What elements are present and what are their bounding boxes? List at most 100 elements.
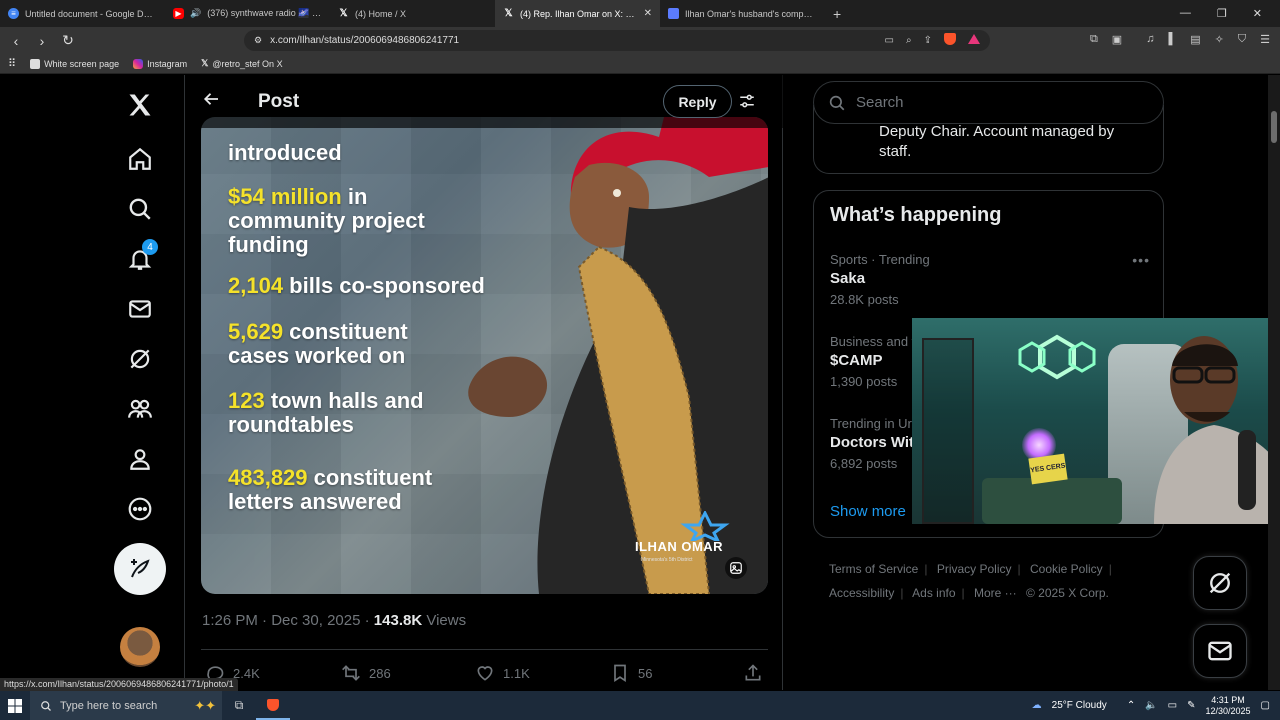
wallet-icon[interactable]: ▤	[1190, 33, 1200, 46]
task-view-icon[interactable]: ⧉	[222, 698, 256, 713]
grok-icon[interactable]	[118, 337, 162, 381]
couch	[982, 478, 1122, 524]
volume-icon[interactable]: 🔈	[1145, 700, 1157, 711]
post-time[interactable]: 1:26 PM	[202, 612, 258, 629]
sidebar-icon[interactable]: ▌	[1168, 33, 1176, 46]
repost-action[interactable]: 286	[341, 663, 391, 683]
address-bar[interactable]: ⚙ x.com/Ilhan/status/2006069486806241771…	[244, 30, 990, 51]
cast-icon[interactable]: ▭	[885, 35, 894, 46]
reload-icon[interactable]: ↻	[58, 32, 78, 49]
logo-name: ILHAN OMAR	[635, 539, 724, 554]
speaker-icon[interactable]: 🔊	[190, 8, 201, 19]
clock[interactable]: 4:31 PM 12/30/2025	[1206, 695, 1251, 717]
tab-google-docs[interactable]: ≡ Untitled document - Google Docs	[0, 0, 165, 27]
post-date[interactable]: Dec 30, 2025	[271, 612, 360, 629]
tab-news[interactable]: Ilhan Omar's husband's companies s	[660, 0, 825, 27]
page-icon	[30, 58, 41, 69]
reply-button[interactable]: Reply	[663, 85, 732, 118]
weather-icon[interactable]: ☁	[1032, 700, 1042, 711]
bookmark-action[interactable]: 56	[610, 663, 652, 683]
tab-x-home[interactable]: 𝕏 (4) Home / X	[330, 0, 495, 27]
more-icon[interactable]	[118, 487, 162, 531]
brave-taskbar-icon[interactable]	[256, 691, 290, 720]
search-placeholder: Type here to search	[60, 699, 158, 712]
bookmark-label: @retro_stef On X	[212, 58, 283, 69]
post-metadata: 1:26 PM · Dec 30, 2025 · 143.8K Views	[202, 612, 466, 629]
footer-link[interactable]: Ads info	[912, 586, 955, 600]
bookmark-white-screen[interactable]: White screen page	[30, 58, 119, 69]
brave-icon[interactable]	[944, 33, 956, 48]
shelf	[922, 338, 974, 524]
account-avatar[interactable]	[120, 627, 160, 667]
show-more-link[interactable]: Show more	[830, 503, 906, 520]
taskbar-search[interactable]: Type here to search ✦✦	[30, 691, 222, 720]
leo-icon[interactable]: ✧	[1215, 33, 1224, 46]
url-text[interactable]: x.com/Ilhan/status/2006069486806241771	[270, 35, 459, 46]
notification-center-icon[interactable]: ▢	[1261, 700, 1270, 711]
share-icon[interactable]: ⇪	[924, 35, 932, 46]
back-icon[interactable]: ‹	[6, 33, 26, 49]
pen-icon[interactable]: ✎	[1187, 700, 1195, 711]
back-arrow-icon[interactable]	[203, 90, 221, 114]
restore-icon[interactable]: ❐	[1217, 7, 1227, 20]
windows-start-icon[interactable]	[0, 698, 30, 713]
navigation-bar: ‹ › ↻ ☐ ⚙ x.com/Ilhan/status/20060694868…	[0, 27, 1280, 54]
copilot-sparkle-icon[interactable]: ✦✦	[194, 698, 216, 714]
tab-youtube[interactable]: ▶ 🔊 (376) synthwave radio 🌌 beats t	[165, 0, 330, 27]
grok-floating-button[interactable]	[1193, 556, 1247, 610]
profile-icon[interactable]	[118, 437, 162, 481]
scroll-thumb[interactable]	[1271, 111, 1277, 143]
share-action[interactable]	[743, 663, 763, 683]
close-window-icon[interactable]: ✕	[1253, 7, 1262, 20]
extensions-icon[interactable]: ⧉	[1090, 33, 1098, 46]
home-icon[interactable]	[118, 137, 162, 181]
menu-icon[interactable]: ☰	[1260, 33, 1270, 46]
post-image[interactable]: introduced $54 million in community proj…	[201, 117, 768, 594]
tab-x-post[interactable]: 𝕏 (4) Rep. Ilhan Omar on X: "I'm gr ✕	[495, 0, 660, 27]
minimize-icon[interactable]: —	[1180, 7, 1191, 20]
bookmark-retro-stef[interactable]: 𝕏 @retro_stef On X	[201, 58, 282, 69]
network-icon[interactable]: ▭	[1168, 700, 1177, 711]
search-icon	[41, 700, 51, 711]
footer-link[interactable]: More ···	[974, 586, 1017, 600]
close-tab-icon[interactable]: ✕	[644, 8, 652, 19]
stat-text: community project	[228, 208, 425, 233]
vpn-icon[interactable]: ⛉	[1238, 33, 1246, 46]
trend-item[interactable]: Sports · Trending Saka 28.8K posts •••	[830, 252, 1150, 307]
x-logo-icon[interactable]	[118, 83, 162, 127]
messages-icon[interactable]	[118, 287, 162, 331]
footer-link[interactable]: Terms of Service	[829, 562, 918, 576]
scrollbar[interactable]	[1268, 75, 1280, 690]
messages-floating-button[interactable]	[1193, 624, 1247, 678]
stat-text: roundtables	[228, 412, 354, 437]
compose-post-button[interactable]	[114, 543, 166, 595]
forward-icon[interactable]: ›	[32, 33, 52, 49]
apps-icon[interactable]: ⠿	[8, 57, 16, 70]
notifications-icon[interactable]: 4	[118, 237, 162, 281]
zoom-icon[interactable]: ⌕	[906, 35, 912, 46]
explore-icon[interactable]	[118, 187, 162, 231]
chevron-up-icon[interactable]: ⌃	[1127, 700, 1135, 711]
like-action[interactable]: 1.1K	[475, 663, 530, 683]
more-options-icon[interactable]: •••	[1132, 252, 1150, 268]
x-icon: 𝕏	[201, 58, 209, 68]
footer-link[interactable]: Accessibility	[829, 586, 894, 600]
settings-sliders-icon[interactable]	[738, 92, 756, 110]
screenshot-icon[interactable]: ▣	[1112, 33, 1122, 46]
site-info-icon[interactable]: ⚙	[254, 35, 262, 46]
search-input[interactable]: Search	[813, 81, 1164, 124]
image-tag-icon[interactable]	[725, 557, 747, 579]
footer-link[interactable]: Cookie Policy	[1030, 562, 1103, 576]
bookmark-label: Instagram	[147, 58, 188, 69]
new-tab-button[interactable]: +	[825, 6, 849, 22]
weather-text[interactable]: 25°F Cloudy	[1052, 700, 1107, 711]
music-icon[interactable]: ♫	[1146, 33, 1154, 46]
stat-text: cases worked on	[228, 343, 406, 368]
communities-icon[interactable]	[118, 387, 162, 431]
stat-text: introduced	[228, 140, 342, 165]
footer-separator: |	[1017, 562, 1021, 576]
rewards-icon[interactable]	[968, 34, 980, 47]
footer-link[interactable]: Privacy Policy	[937, 562, 1012, 576]
footer-separator: |	[924, 562, 928, 576]
bookmark-instagram[interactable]: Instagram	[133, 58, 188, 69]
